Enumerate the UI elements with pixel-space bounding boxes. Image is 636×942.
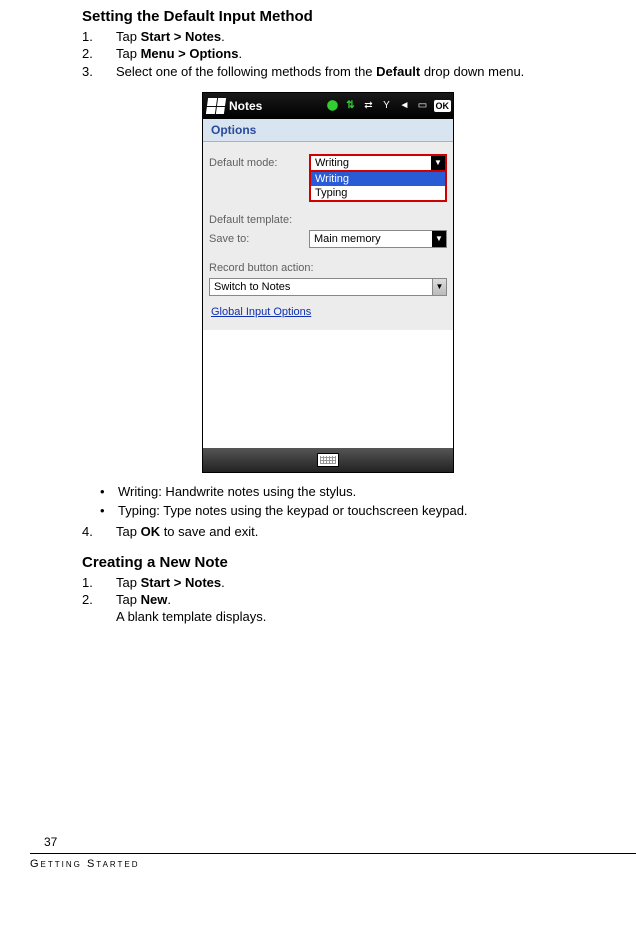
connection-icon[interactable]: ⬤ bbox=[326, 99, 340, 113]
title-bar: Notes ⬤ ⇅ ⇄ Y ◄ ▭ OK bbox=[203, 93, 453, 119]
step-number: 3. bbox=[82, 64, 116, 80]
step-text: Tap Start > Notes. bbox=[116, 575, 626, 591]
step-2: 2. Tap Menu > Options. bbox=[82, 46, 626, 62]
step-1: 1. Tap Start > Notes. bbox=[82, 29, 626, 45]
option-writing[interactable]: Writing bbox=[311, 172, 445, 186]
signal-icon[interactable]: ⇄ bbox=[362, 99, 376, 113]
dropdown-value: Switch to Notes bbox=[214, 281, 290, 293]
chevron-down-icon[interactable]: ▼ bbox=[431, 156, 445, 170]
steps-list-1b: 4. Tap OK to save and exit. bbox=[82, 524, 626, 540]
label-save-to: Save to: bbox=[209, 233, 309, 245]
step-text: Tap Start > Notes. bbox=[116, 29, 626, 45]
label-record-action: Record button action: bbox=[209, 262, 447, 274]
chapter-title: Getting Started bbox=[30, 858, 636, 870]
dropdown-value: Main memory bbox=[314, 233, 381, 245]
form-area: Default mode: Writing ▼ Writing Typing D… bbox=[203, 142, 453, 330]
bullet-list: • Writing: Handwrite notes using the sty… bbox=[100, 483, 626, 520]
step-number: 4. bbox=[82, 524, 116, 540]
battery-icon[interactable]: ▭ bbox=[416, 99, 430, 113]
step-number: 1. bbox=[82, 575, 116, 591]
blank-area bbox=[203, 330, 453, 448]
bullet-writing: • Writing: Handwrite notes using the sty… bbox=[100, 483, 626, 501]
default-mode-dropdown[interactable]: Writing ▼ Writing Typing bbox=[309, 154, 447, 172]
step-1: 1. Tap Start > Notes. bbox=[82, 575, 626, 591]
label-default-template: Default template: bbox=[209, 214, 309, 226]
bullet-typing: • Typing: Type notes using the keypad or… bbox=[100, 502, 626, 520]
step-text: Tap OK to save and exit. bbox=[116, 524, 626, 540]
start-icon[interactable] bbox=[206, 98, 226, 114]
sync-icon[interactable]: ⇅ bbox=[344, 99, 358, 113]
record-action-dropdown[interactable]: Switch to Notes ▼ bbox=[209, 278, 447, 296]
keyboard-icon[interactable] bbox=[317, 453, 339, 467]
chevron-down-icon[interactable]: ▼ bbox=[432, 279, 446, 295]
step-2: 2. Tap New. A blank template displays. bbox=[82, 592, 626, 625]
dropdown-value: Writing bbox=[315, 157, 349, 169]
step-number: 2. bbox=[82, 592, 116, 625]
step-text: Tap New. A blank template displays. bbox=[116, 592, 626, 625]
dropdown-list: Writing Typing bbox=[309, 170, 447, 202]
label-default-mode: Default mode: bbox=[209, 157, 309, 169]
chevron-down-icon[interactable]: ▼ bbox=[432, 231, 446, 247]
device-screenshot: Notes ⬤ ⇅ ⇄ Y ◄ ▭ OK Options Default mod… bbox=[202, 92, 454, 473]
steps-list-2: 1. Tap Start > Notes. 2. Tap New. A blan… bbox=[82, 575, 626, 625]
options-header: Options bbox=[203, 119, 453, 142]
step-number: 1. bbox=[82, 29, 116, 45]
ok-button[interactable]: OK bbox=[434, 100, 452, 112]
step-text: Tap Menu > Options. bbox=[116, 46, 626, 62]
bottom-bar bbox=[203, 448, 453, 472]
page-footer: 37 Getting Started bbox=[0, 835, 636, 880]
heading-default-input: Setting the Default Input Method bbox=[82, 8, 626, 25]
step-3: 3. Select one of the following methods f… bbox=[82, 64, 626, 80]
page-number: 37 bbox=[44, 835, 636, 849]
step-number: 2. bbox=[82, 46, 116, 62]
steps-list-1: 1. Tap Start > Notes. 2. Tap Menu > Opti… bbox=[82, 29, 626, 80]
option-typing[interactable]: Typing bbox=[311, 186, 445, 200]
antenna-icon[interactable]: Y bbox=[380, 99, 394, 113]
app-title: Notes bbox=[229, 99, 262, 113]
heading-creating-note: Creating a New Note bbox=[82, 554, 626, 571]
volume-icon[interactable]: ◄ bbox=[398, 99, 412, 113]
step-text: Select one of the following methods from… bbox=[116, 64, 626, 80]
step-4: 4. Tap OK to save and exit. bbox=[82, 524, 626, 540]
global-input-options-link[interactable]: Global Input Options bbox=[211, 306, 311, 318]
save-to-dropdown[interactable]: Main memory ▼ bbox=[309, 230, 447, 248]
